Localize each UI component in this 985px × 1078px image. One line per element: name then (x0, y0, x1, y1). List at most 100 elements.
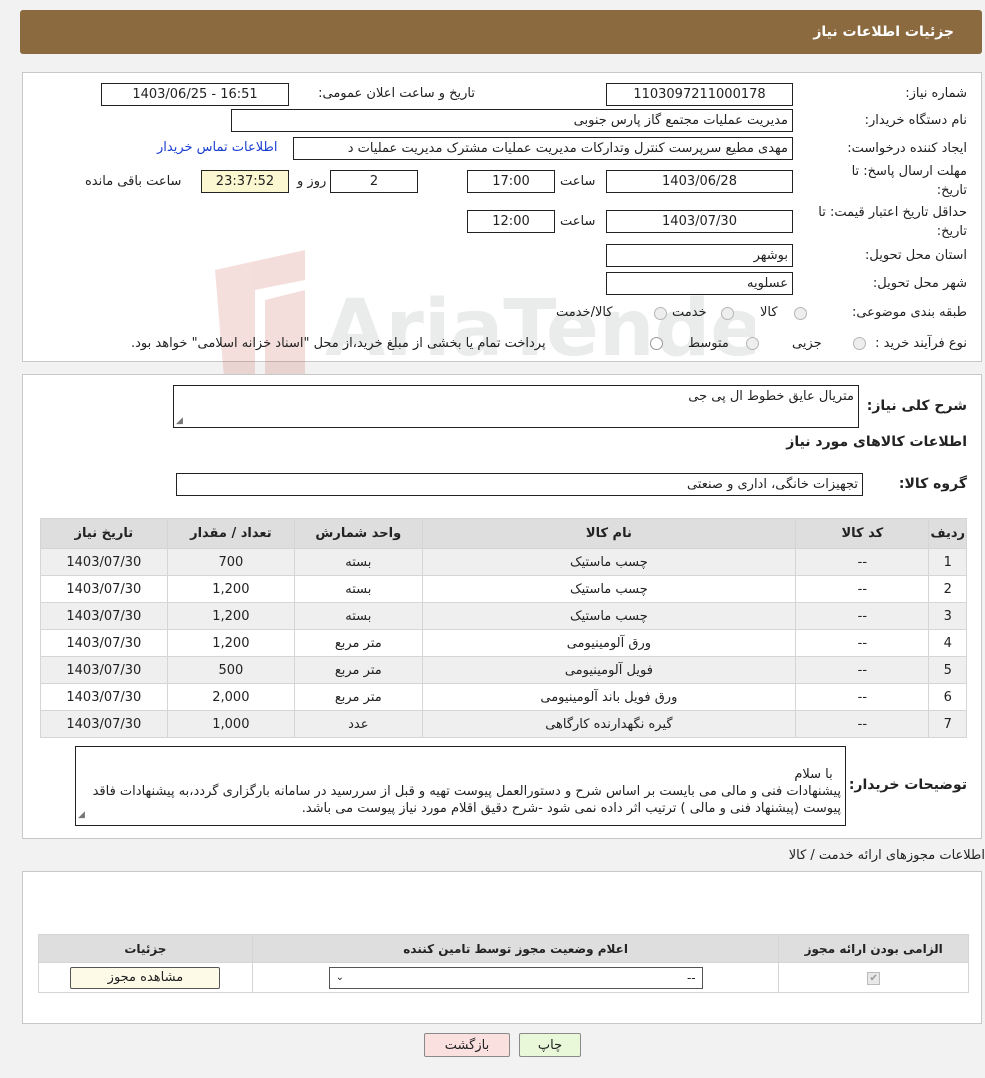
category-goods-radio[interactable] (794, 307, 807, 320)
city-label: شهر محل تحویل: (872, 276, 967, 291)
cell-qty: 1,200 (166, 575, 296, 603)
col-permit-required-header: الزامی بودن ارائه مجوز (778, 934, 969, 963)
buyer-field: مدیریت عملیات مجتمع گاز پارس جنوبی (231, 109, 793, 132)
validity-time-label: ساعت (560, 214, 596, 229)
permits-table: الزامی بودن ارائه مجوز اعلام وضعیت مجوز … (38, 934, 969, 993)
deadline-time-label: ساعت (560, 174, 596, 189)
goods-group-field: تجهیزات خانگی، اداری و صنعتی (176, 473, 863, 496)
cell-unit: عدد (294, 710, 423, 738)
permit-status-cell: -- ⌄ (251, 962, 780, 993)
process-minor-radio[interactable] (853, 337, 866, 350)
permit-status-select[interactable]: -- ⌄ (328, 966, 703, 989)
province-field: بوشهر (606, 244, 793, 267)
cell-code: -- (795, 602, 930, 630)
goods-heading: اطلاعات کالاهای مورد نیاز (786, 434, 967, 450)
cell-row: 1 (928, 548, 967, 576)
process-label: نوع فرآیند خرید : (875, 336, 967, 351)
cell-row: 7 (928, 710, 967, 738)
buyer-label: نام دستگاه خریدار: (864, 113, 967, 128)
category-service-label: خدمت (672, 305, 707, 320)
cell-code: -- (795, 575, 930, 603)
need-number-label: شماره نیاز: (905, 86, 967, 101)
need-number-field: 1103097211000178 (606, 83, 793, 106)
process-minor-label: جزیی (792, 336, 822, 351)
col-row-header: ردیف (928, 518, 967, 549)
permit-status-value: -- (686, 970, 696, 985)
cell-date: 1403/07/30 (40, 656, 168, 684)
resize-handle-icon[interactable]: ◢ (176, 416, 183, 426)
goods-group-label: گروه کالا: (898, 476, 967, 492)
cell-unit: متر مربع (294, 629, 423, 657)
cell-code: -- (795, 710, 930, 738)
announce-field: 1403/06/25 - 16:51 (101, 83, 289, 106)
summary-label: شرح کلی نیاز: (866, 398, 967, 414)
col-date-header: تاریخ نیاز (40, 518, 168, 549)
category-both-label: کالا/خدمت (556, 305, 613, 320)
print-button[interactable]: چاپ (519, 1033, 581, 1057)
category-goods-label: کالا (760, 305, 778, 320)
table-row: 2 -- چسب ماستیک بسته 1,200 1403/07/30 (40, 575, 967, 603)
cell-date: 1403/07/30 (40, 629, 168, 657)
cell-name: گیره نگهدارنده کارگاهی (421, 710, 797, 738)
table-row: 5 -- فویل آلومینیومی متر مربع 500 1403/0… (40, 656, 967, 684)
cell-name: چسب ماستیک (421, 575, 797, 603)
cell-code: -- (795, 548, 930, 576)
view-permit-button[interactable]: مشاهده مجوز (70, 966, 221, 989)
cell-name: چسب ماستیک (421, 548, 797, 576)
deadline-date-field: 1403/06/28 (606, 170, 793, 193)
days-remaining-field: 2 (330, 170, 418, 193)
cell-row: 6 (928, 683, 967, 711)
cell-row: 5 (928, 656, 967, 684)
cell-unit: بسته (294, 548, 423, 576)
process-medium-radio[interactable] (746, 337, 759, 350)
cell-name: ورق فویل باند آلومینیومی (421, 683, 797, 711)
col-unit-header: واحد شمارش (294, 518, 423, 549)
back-button[interactable]: بازگشت (424, 1033, 510, 1057)
table-row: 1 -- چسب ماستیک بسته 700 1403/07/30 (40, 548, 967, 576)
validity-date-field: 1403/07/30 (606, 210, 793, 233)
buyer-notes-field: با سلام پیشنهادات فنی و مالی می بایست بر… (75, 746, 846, 826)
days-label: روز و (297, 174, 327, 189)
process-medium-label: متوسط (688, 336, 729, 351)
chevron-down-icon: ⌄ (335, 972, 345, 983)
cell-name: چسب ماستیک (421, 602, 797, 630)
col-name-header: نام کالا (421, 518, 797, 549)
cell-qty: 500 (166, 656, 296, 684)
table-row: ✔ -- ⌄ مشاهده مجوز (38, 962, 969, 993)
table-row: 4 -- ورق آلومینیومی متر مربع 1,200 1403/… (40, 629, 967, 657)
validity-label-2: تاریخ: (936, 224, 967, 239)
validity-time-field: 12:00 (467, 210, 555, 233)
creator-field: مهدی مطیع سرپرست کنترل وتدارکات مدیریت ع… (293, 137, 793, 160)
time-remaining-label: ساعت باقی مانده (85, 174, 182, 189)
announce-label: تاریخ و ساعت اعلان عمومی: (318, 86, 475, 101)
cell-date: 1403/07/30 (40, 575, 168, 603)
category-service-radio[interactable] (721, 307, 734, 320)
cell-unit: بسته (294, 575, 423, 603)
cell-row: 4 (928, 629, 967, 657)
buyer-contact-link[interactable]: اطلاعات تماس خریدار (157, 140, 277, 155)
cell-qty: 1,200 (166, 629, 296, 657)
col-permit-details-header: جزئیات (38, 934, 253, 963)
cell-row: 2 (928, 575, 967, 603)
cell-qty: 2,000 (166, 683, 296, 711)
cell-date: 1403/07/30 (40, 548, 168, 576)
deadline-time-field: 17:00 (467, 170, 555, 193)
col-code-header: کد کالا (795, 518, 930, 549)
province-label: استان محل تحویل: (865, 248, 967, 263)
treasury-checkbox[interactable] (650, 337, 663, 350)
validity-label: حداقل تاریخ اعتبار قیمت: تا (818, 205, 967, 220)
summary-field: متریال عایق خطوط ال پی جی ◢ (173, 385, 859, 428)
buyer-notes-text: با سلام پیشنهادات فنی و مالی می بایست بر… (92, 767, 841, 816)
table-row: 3 -- چسب ماستیک بسته 1,200 1403/07/30 (40, 602, 967, 630)
table-row: 7 -- گیره نگهدارنده کارگاهی عدد 1,000 14… (40, 710, 967, 738)
table-row: 6 -- ورق فویل باند آلومینیومی متر مربع 2… (40, 683, 967, 711)
permit-required-checkbox[interactable]: ✔ (867, 972, 881, 985)
resize-handle-icon[interactable]: ◢ (78, 807, 85, 824)
cell-qty: 700 (166, 548, 296, 576)
category-both-radio[interactable] (654, 307, 667, 320)
cell-qty: 1,000 (166, 710, 296, 738)
items-table: ردیف کد کالا نام کالا واحد شمارش تعداد /… (40, 518, 967, 738)
deadline-label: مهلت ارسال پاسخ: تا (851, 164, 967, 179)
summary-text: متریال عایق خطوط ال پی جی (688, 389, 854, 404)
cell-code: -- (795, 656, 930, 684)
